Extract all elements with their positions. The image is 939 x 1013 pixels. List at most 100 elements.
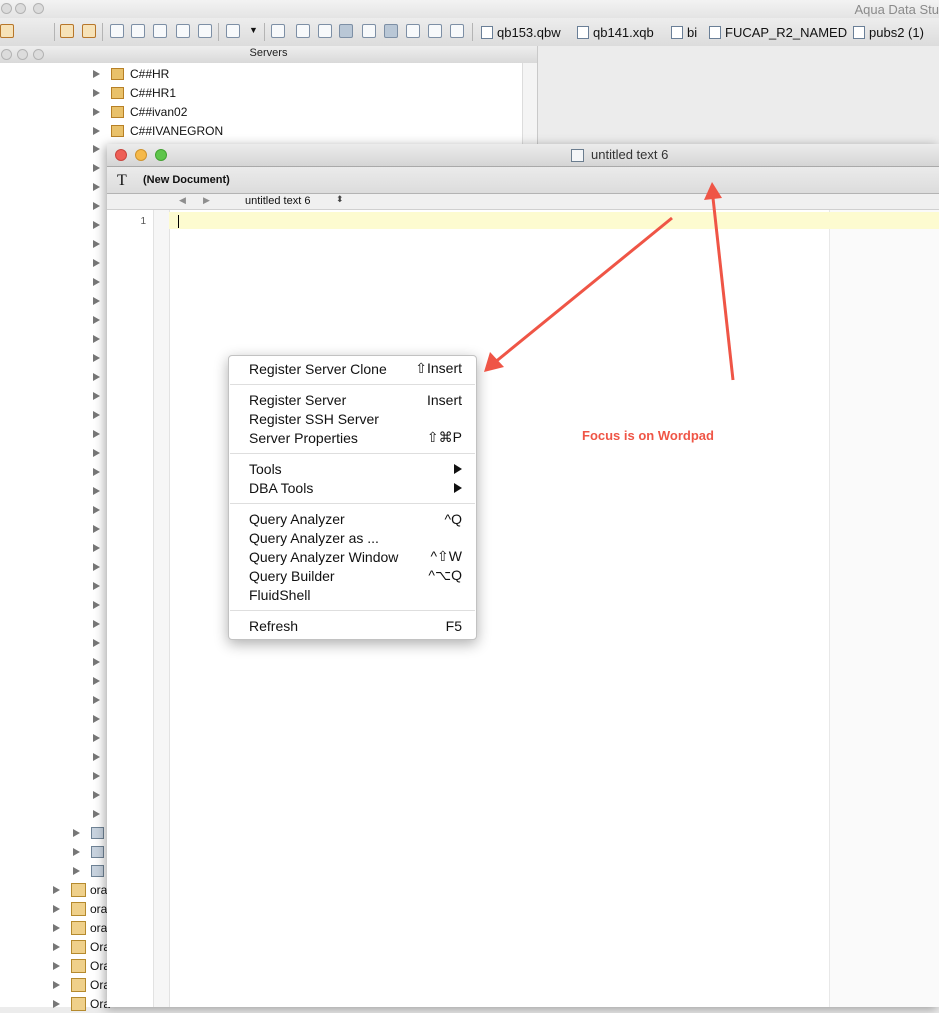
expand-icon[interactable] xyxy=(53,999,60,1008)
expand-icon[interactable] xyxy=(93,582,100,590)
query-builder-icon[interactable] xyxy=(153,24,167,38)
tree-node[interactable]: ora xyxy=(53,880,107,899)
compare-icon[interactable] xyxy=(271,24,285,38)
document-selector[interactable]: untitled text 6 xyxy=(245,195,310,207)
panel-icon[interactable] xyxy=(318,24,332,38)
expand-icon[interactable] xyxy=(93,449,100,457)
expand-icon[interactable] xyxy=(93,677,100,685)
close-button[interactable] xyxy=(115,149,127,161)
file-tab[interactable]: pubs2 (1) xyxy=(853,24,924,40)
menu-item-refresh[interactable]: Refresh F5 xyxy=(249,616,462,635)
expand-icon[interactable] xyxy=(93,69,100,78)
font-menu-icon[interactable]: T xyxy=(117,172,127,190)
expand-icon[interactable] xyxy=(93,126,100,135)
expand-icon[interactable] xyxy=(53,904,60,913)
chart-icon[interactable] xyxy=(450,24,464,38)
expand-icon[interactable] xyxy=(53,961,60,970)
toolbar-tool-icon[interactable] xyxy=(0,24,14,38)
menu-item-query-analyzer[interactable]: Query Analyzer ^Q xyxy=(249,509,462,528)
app-minimize-button[interactable] xyxy=(15,3,26,14)
note-icon[interactable] xyxy=(339,24,353,38)
expand-icon[interactable] xyxy=(93,734,100,742)
layout-icon[interactable] xyxy=(384,24,398,38)
forward-arrow-icon[interactable]: ▶ xyxy=(203,195,210,206)
expand-icon[interactable] xyxy=(93,468,100,476)
monitor-icon[interactable] xyxy=(198,24,212,38)
expand-icon[interactable] xyxy=(93,240,100,248)
menu-item-fluidshell[interactable]: FluidShell xyxy=(249,585,462,604)
expand-icon[interactable] xyxy=(53,942,60,951)
dropdown-arrow-icon[interactable]: ▼ xyxy=(249,25,258,35)
tree-node[interactable] xyxy=(73,823,110,842)
expand-icon[interactable] xyxy=(93,563,100,571)
expand-icon[interactable] xyxy=(93,658,100,666)
query-analyzer-icon[interactable] xyxy=(110,24,124,38)
tree-node[interactable]: Ora xyxy=(53,956,110,975)
grid-icon[interactable] xyxy=(296,24,310,38)
expand-icon[interactable] xyxy=(93,392,100,400)
expand-icon[interactable] xyxy=(93,639,100,647)
table-icon[interactable] xyxy=(362,24,376,38)
list-icon[interactable] xyxy=(406,24,420,38)
menu-item-register-server[interactable]: Register Server Insert xyxy=(249,390,462,409)
expand-icon[interactable] xyxy=(53,980,60,989)
file-tab[interactable]: bi xyxy=(671,24,697,40)
expand-icon[interactable] xyxy=(73,828,80,837)
file-tab[interactable]: FUCAP_R2_NAMED xyxy=(709,24,847,40)
tree-node[interactable]: C##ivan02 xyxy=(93,102,187,121)
app-zoom-button[interactable] xyxy=(33,3,44,14)
expand-icon[interactable] xyxy=(93,316,100,324)
expand-icon[interactable] xyxy=(93,791,100,799)
tree-node[interactable]: C##HR xyxy=(93,64,169,83)
tree-node[interactable] xyxy=(73,842,110,861)
expand-icon[interactable] xyxy=(93,145,100,153)
tree-node[interactable]: Ora xyxy=(53,975,110,994)
expand-icon[interactable] xyxy=(93,601,100,609)
file-tab[interactable]: qb153.qbw xyxy=(481,24,561,40)
expand-icon[interactable] xyxy=(93,544,100,552)
menu-item-register-server-clone[interactable]: Register Server Clone ⇧Insert xyxy=(249,359,462,378)
expand-icon[interactable] xyxy=(93,107,100,116)
tree-node[interactable]: Ora xyxy=(53,994,110,1013)
expand-icon[interactable] xyxy=(93,411,100,419)
expand-icon[interactable] xyxy=(93,297,100,305)
tree-node[interactable]: ora xyxy=(53,918,107,937)
expand-icon[interactable] xyxy=(93,620,100,628)
unregister-server-icon[interactable] xyxy=(82,24,96,38)
menu-item-server-properties[interactable]: Server Properties ⇧⌘P xyxy=(249,428,462,447)
file-tab[interactable]: qb141.xqb xyxy=(577,24,654,40)
tree-node[interactable]: Ora xyxy=(53,937,110,956)
expand-icon[interactable] xyxy=(93,696,100,704)
expand-icon[interactable] xyxy=(93,810,100,818)
up-down-arrows-icon[interactable]: ⬍ xyxy=(336,194,344,205)
expand-icon[interactable] xyxy=(93,183,100,191)
register-server-icon[interactable] xyxy=(60,24,74,38)
new-document-icon[interactable] xyxy=(226,24,240,38)
expand-icon[interactable] xyxy=(93,506,100,514)
menu-item-tools[interactable]: Tools xyxy=(249,459,462,478)
app-close-button[interactable] xyxy=(1,3,12,14)
expand-icon[interactable] xyxy=(93,335,100,343)
schema-icon[interactable] xyxy=(176,24,190,38)
expand-icon[interactable] xyxy=(53,885,60,894)
expand-icon[interactable] xyxy=(93,202,100,210)
current-line-highlight[interactable] xyxy=(169,212,939,229)
back-arrow-icon[interactable]: ◀ xyxy=(179,195,186,206)
zoom-button[interactable] xyxy=(155,149,167,161)
image-icon[interactable] xyxy=(428,24,442,38)
expand-icon[interactable] xyxy=(93,221,100,229)
tree-node[interactable]: C##IVANEGRON xyxy=(93,121,223,140)
expand-icon[interactable] xyxy=(93,88,100,97)
expand-icon[interactable] xyxy=(93,164,100,172)
menu-item-query-builder[interactable]: Query Builder ^⌥Q xyxy=(249,566,462,585)
expand-icon[interactable] xyxy=(53,923,60,932)
query-window-icon[interactable] xyxy=(131,24,145,38)
menu-item-register-ssh-server[interactable]: Register SSH Server xyxy=(249,409,462,428)
expand-icon[interactable] xyxy=(93,373,100,381)
expand-icon[interactable] xyxy=(93,259,100,267)
tree-node[interactable] xyxy=(73,861,110,880)
expand-icon[interactable] xyxy=(93,354,100,362)
expand-icon[interactable] xyxy=(93,753,100,761)
document-title-bar[interactable]: untitled text 6 xyxy=(107,144,939,167)
menu-item-query-analyzer-window[interactable]: Query Analyzer Window ^⇧W xyxy=(249,547,462,566)
